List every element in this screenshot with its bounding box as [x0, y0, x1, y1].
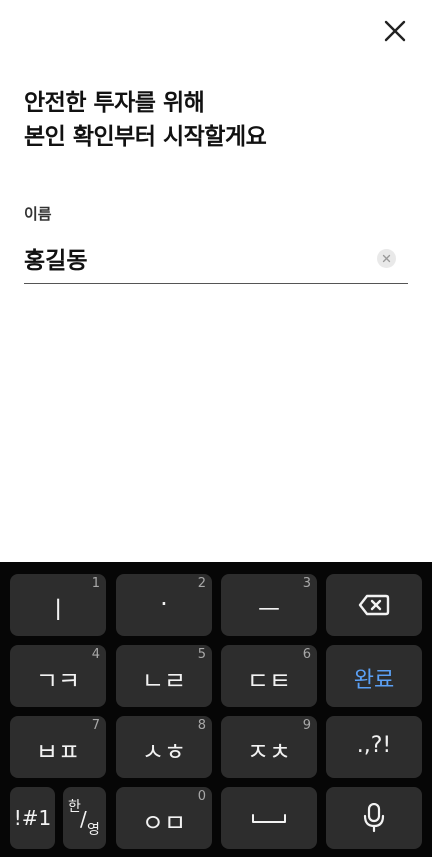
key-number: 7 [91, 718, 100, 733]
key-o-m[interactable]: 0 ㅇㅁ [116, 787, 212, 849]
key-label: ㅇㅁ [141, 809, 187, 837]
key-label: ㅂㅍ [35, 738, 81, 766]
key-number: 2 [197, 576, 206, 591]
language-bottom-label: 영 [87, 822, 100, 838]
key-number: 4 [91, 647, 100, 662]
voice-input-key[interactable] [326, 787, 422, 849]
key-dot[interactable]: 2 · [116, 574, 212, 636]
clear-input-button[interactable] [377, 249, 396, 268]
key-eu[interactable]: 3 ㅡ [221, 574, 317, 636]
key-g-k[interactable]: 4 ㄱㅋ [10, 645, 106, 707]
language-separator: / [80, 807, 87, 831]
title-line-2: 본인 확인부터 시작할게요 [24, 124, 267, 150]
space-icon [252, 814, 286, 823]
key-number: 1 [91, 576, 100, 591]
space-key[interactable] [221, 787, 317, 849]
name-field-label: 이름 [24, 205, 52, 223]
title-line-1: 안전한 투자를 위해 [24, 90, 205, 116]
key-label: · [160, 590, 168, 618]
key-number: 0 [197, 789, 206, 804]
language-switch-key[interactable]: 한 / 영 [63, 787, 106, 849]
key-label: !#1 [13, 806, 52, 830]
microphone-icon [363, 803, 385, 833]
key-label: ㄴㄹ [141, 667, 187, 695]
key-label: ㅅㅎ [141, 738, 187, 766]
backspace-key[interactable] [326, 574, 422, 636]
key-label: .,?! [356, 733, 392, 758]
page-title: 안전한 투자를 위해 본인 확인부터 시작할게요 [24, 86, 404, 154]
symbols-key[interactable]: !#1 [10, 787, 55, 849]
name-input-underline [24, 283, 408, 284]
name-input[interactable] [24, 236, 364, 280]
close-icon [384, 20, 406, 42]
key-number: 6 [302, 647, 311, 662]
key-b-p[interactable]: 7 ㅂㅍ [10, 716, 106, 778]
key-label: ㅡ [257, 596, 281, 624]
key-number: 8 [197, 718, 206, 733]
key-i[interactable]: 1 ㅣ [10, 574, 106, 636]
clear-icon [382, 254, 391, 263]
key-label: ㄷㅌ [246, 667, 292, 695]
key-n-r[interactable]: 5 ㄴㄹ [116, 645, 212, 707]
key-s-h[interactable]: 8 ㅅㅎ [116, 716, 212, 778]
done-key[interactable]: 완료 [326, 645, 422, 707]
key-number: 9 [302, 718, 311, 733]
key-j-ch[interactable]: 9 ㅈㅊ [221, 716, 317, 778]
key-label: ㅈㅊ [246, 738, 292, 766]
backspace-icon [358, 594, 390, 616]
key-number: 5 [197, 647, 206, 662]
korean-keyboard: 1 ㅣ 2 · 3 ㅡ 4 ㄱㅋ 5 ㄴㄹ 6 ㄷㅌ 완료 7 ㅂㅍ 8 ㅅㅎ [0, 562, 432, 857]
close-button[interactable] [380, 16, 410, 46]
language-top-label: 한 [68, 799, 81, 815]
done-key-label: 완료 [353, 668, 395, 693]
key-number: 3 [302, 576, 311, 591]
key-d-t[interactable]: 6 ㄷㅌ [221, 645, 317, 707]
punctuation-key[interactable]: .,?! [326, 716, 422, 778]
key-label: ㅣ [46, 596, 70, 624]
key-label: ㄱㅋ [35, 667, 81, 695]
